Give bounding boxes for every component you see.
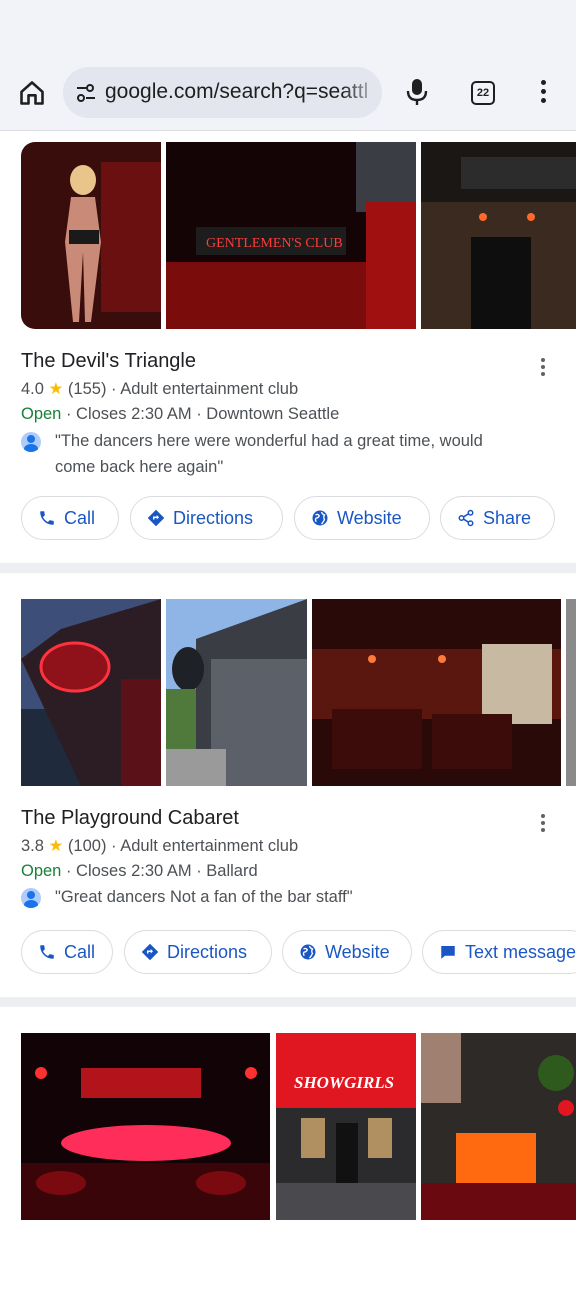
share-label: Share [483, 507, 532, 528]
photo-4[interactable] [566, 599, 576, 786]
separator: · [61, 405, 77, 423]
globe-icon [312, 510, 328, 526]
reviewer-avatar-icon [21, 432, 41, 452]
call-button[interactable]: Call [21, 496, 119, 540]
share-icon [458, 509, 474, 527]
rating-line: 3.8 ★ (100) · Adult entertainment club [21, 836, 298, 856]
more-options-icon[interactable] [541, 814, 547, 835]
website-label: Website [325, 941, 390, 962]
url-text: google.com/search?q=seattl [105, 80, 369, 103]
website-button[interactable]: Website [282, 930, 412, 974]
phone-icon [40, 511, 54, 525]
photo-2[interactable]: SHOWGIRLS [276, 1033, 416, 1220]
browser-toolbar: google.com/search?q=seattl 22 [0, 0, 576, 131]
globe-icon [300, 944, 316, 960]
directions-label: Directions [167, 941, 248, 962]
call-label: Call [64, 507, 96, 528]
review-line: "Great dancers Not a fan of the bar staf… [55, 888, 353, 906]
home-icon[interactable] [18, 79, 46, 107]
directions-label: Directions [173, 507, 254, 528]
neighborhood: Ballard [206, 862, 258, 880]
review-snippet: "The dancers here were wonderful had a g… [55, 428, 483, 480]
separator: · [191, 862, 207, 880]
share-button[interactable]: Share [440, 496, 555, 540]
separator: · [106, 380, 121, 398]
message-icon [441, 946, 455, 959]
photo-strip[interactable] [21, 599, 576, 786]
directions-icon [141, 943, 159, 961]
reviewer-avatar-icon [21, 888, 41, 908]
photo-1[interactable] [21, 599, 161, 786]
photo-1[interactable] [21, 142, 161, 329]
photo-2[interactable]: GENTLEMEN'S CLUB [166, 142, 416, 329]
mic-icon[interactable] [405, 78, 429, 106]
club-sign-text: GENTLEMEN'S CLUB [206, 236, 343, 251]
tab-switcher-icon[interactable]: 22 [471, 81, 495, 105]
address-bar[interactable]: google.com/search?q=seattl [63, 67, 382, 118]
photo-2[interactable] [166, 599, 307, 786]
showgirls-sign-text: SHOWGIRLS [294, 1073, 394, 1092]
text-message-label: Text message [465, 941, 576, 962]
directions-button[interactable]: Directions [130, 496, 283, 540]
closing-time: Closes 2:30 AM [76, 405, 192, 423]
separator: · [191, 405, 207, 423]
text-message-button[interactable]: Text message [422, 930, 576, 974]
directions-icon [147, 509, 165, 527]
website-label: Website [337, 507, 402, 528]
directions-button[interactable]: Directions [124, 930, 272, 974]
category: Adult entertainment club [120, 380, 299, 398]
photo-strip[interactable]: SHOWGIRLS [21, 1033, 576, 1220]
rating-value: 4.0 [21, 380, 44, 398]
more-options-icon[interactable] [541, 358, 547, 379]
photo-3[interactable] [421, 1033, 576, 1220]
photo-3[interactable] [421, 142, 576, 329]
star-icon: ★ [48, 837, 64, 855]
website-button[interactable]: Website [294, 496, 430, 540]
menu-icon[interactable] [540, 80, 548, 106]
url-fade [342, 67, 382, 118]
open-status: Open [21, 862, 62, 880]
rating-line: 4.0 ★ (155) · Adult entertainment club [21, 379, 298, 399]
review-count: (155) [67, 380, 107, 398]
result-divider [0, 563, 576, 573]
call-label: Call [64, 941, 96, 962]
category: Adult entertainment club [120, 837, 299, 855]
photo-1[interactable] [21, 1033, 270, 1220]
separator: · [61, 862, 77, 880]
review-count: (100) [67, 837, 107, 855]
photo-strip[interactable]: GENTLEMEN'S CLUB [21, 142, 576, 329]
neighborhood: Downtown Seattle [206, 405, 340, 423]
separator: · [106, 837, 121, 855]
site-settings-icon[interactable] [75, 82, 97, 104]
hours-line: Open · Closes 2:30 AM · Downtown Seattle [21, 405, 339, 424]
photo-3[interactable] [312, 599, 561, 786]
open-status: Open [21, 405, 62, 423]
result-title[interactable]: The Playground Cabaret [21, 807, 239, 830]
call-button[interactable]: Call [21, 930, 113, 974]
phone-icon [40, 945, 54, 959]
review-snippet: "Great dancers Not a fan of the bar staf… [55, 884, 353, 910]
result-divider [0, 997, 576, 1007]
hours-line: Open · Closes 2:30 AM · Ballard [21, 862, 258, 881]
review-line: "The dancers here were wonderful had a g… [55, 432, 483, 450]
rating-value: 3.8 [21, 837, 44, 855]
closing-time: Closes 2:30 AM [76, 862, 192, 880]
star-icon: ★ [48, 380, 64, 398]
result-title[interactable]: The Devil's Triangle [21, 350, 196, 373]
review-line: come back here again" [55, 458, 224, 476]
